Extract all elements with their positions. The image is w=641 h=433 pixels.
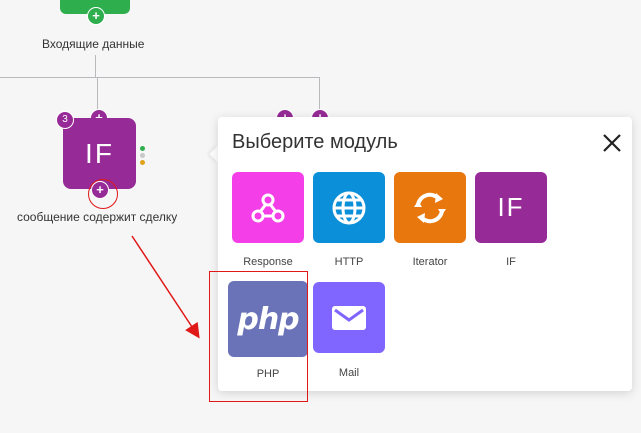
arrow-icon — [131, 235, 200, 339]
